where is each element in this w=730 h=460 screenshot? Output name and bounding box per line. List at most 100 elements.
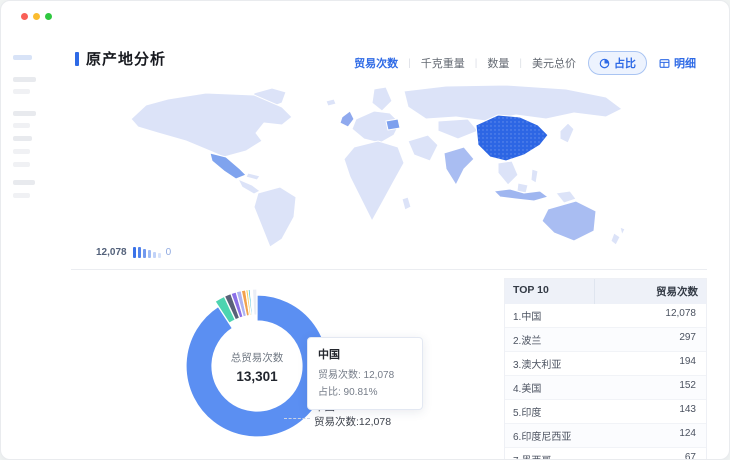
table-row[interactable]: 5.印度143 — [505, 400, 706, 424]
map-region-africa[interactable] — [344, 141, 404, 221]
legend-max-value: 12,078 — [96, 247, 127, 258]
table-row[interactable]: 6.印度尼西亚124 — [505, 424, 706, 448]
world-choropleth-map[interactable] — [86, 81, 664, 253]
table-row[interactable]: 3.澳大利亚194 — [505, 352, 706, 376]
page-header: 原产地分析 — [75, 48, 166, 69]
map-region-poland[interactable] — [386, 119, 400, 130]
row-value: 12,078 — [595, 304, 706, 327]
legend-bar — [153, 252, 156, 258]
tooltip-trade-count: 贸易次数: 12,078 — [318, 367, 412, 384]
sidebar-item[interactable] — [13, 193, 30, 198]
sidebar-item[interactable] — [13, 180, 35, 185]
row-label: 1.中国 — [505, 304, 595, 327]
map-region-uk[interactable] — [340, 111, 354, 127]
ratio-toggle-button[interactable]: 占比 — [588, 51, 647, 75]
map-region-philippines[interactable] — [531, 169, 538, 183]
legend-bars — [133, 247, 161, 258]
map-region-iceland[interactable] — [326, 99, 336, 106]
table-row[interactable]: 4.美国152 — [505, 376, 706, 400]
title-accent-bar — [75, 52, 79, 66]
legend-bar — [143, 249, 146, 258]
map-region-new-zealand[interactable] — [611, 227, 625, 245]
metric-tabs: 贸易次数 | 千克重量 | 数量 | 美元总价 占比 明细 — [352, 51, 696, 75]
map-region-middle-east[interactable] — [408, 135, 438, 161]
legend-bar — [158, 253, 161, 258]
callout-value: 贸易次数:12,078 — [314, 415, 391, 430]
sidebar-item[interactable] — [13, 123, 30, 128]
close-window-icon[interactable] — [21, 13, 28, 20]
sidebar-item[interactable] — [13, 89, 30, 94]
map-region-scandinavia[interactable] — [372, 87, 392, 111]
map-region-central-america[interactable] — [238, 179, 260, 194]
donut-total-label: 总贸易次数 — [212, 350, 302, 365]
detail-table-icon — [659, 58, 670, 69]
sidebar-item[interactable] — [13, 111, 36, 116]
row-value: 194 — [595, 352, 706, 375]
table-header-top10: TOP 10 — [505, 279, 595, 304]
callout-leader-line — [284, 418, 310, 419]
map-region-japan[interactable] — [560, 123, 574, 143]
sidebar-item[interactable] — [13, 149, 30, 154]
row-value: 297 — [595, 328, 706, 351]
table-header-row: TOP 10 贸易次数 — [505, 279, 706, 304]
maximize-window-icon[interactable] — [45, 13, 52, 20]
row-value: 152 — [595, 376, 706, 399]
sidebar-skeleton — [1, 41, 61, 441]
tab-separator: | — [408, 58, 411, 69]
table-row[interactable]: 7.墨西哥67 — [505, 448, 706, 460]
tooltip-title: 中国 — [318, 346, 412, 362]
legend-bar — [133, 247, 136, 258]
detail-button[interactable]: 明细 — [659, 55, 696, 71]
map-region-south-america[interactable] — [254, 187, 296, 247]
map-region-new-guinea[interactable] — [556, 191, 576, 203]
map-legend: 12,078 0 — [96, 244, 171, 258]
sidebar-item[interactable] — [13, 77, 36, 82]
legend-bar — [138, 247, 141, 258]
sidebar-item[interactable] — [13, 136, 32, 141]
row-label: 5.印度 — [505, 400, 595, 423]
table-row[interactable]: 2.波兰297 — [505, 328, 706, 352]
map-region-central-asia[interactable] — [438, 119, 478, 139]
sidebar-item-active[interactable] — [13, 55, 32, 60]
map-region-cuba[interactable] — [246, 173, 260, 180]
tab-usd-total[interactable]: 美元总价 — [530, 55, 578, 71]
table-header-trade-count: 贸易次数 — [595, 279, 706, 304]
ratio-toggle-label: 占比 — [614, 55, 636, 71]
legend-min-value: 0 — [166, 247, 172, 258]
chart-tooltip: 中国 贸易次数: 12,078 占比: 90.81% — [307, 337, 423, 410]
map-region-russia[interactable] — [404, 85, 622, 121]
app-window: 原产地分析 贸易次数 | 千克重量 | 数量 | 美元总价 占比 明细 — [0, 0, 730, 460]
sidebar-item[interactable] — [13, 162, 30, 167]
row-label: 7.墨西哥 — [505, 448, 595, 460]
detail-button-label: 明细 — [674, 55, 696, 71]
map-region-se-asia[interactable] — [498, 161, 518, 185]
row-value: 143 — [595, 400, 706, 423]
map-region-india[interactable] — [444, 147, 474, 185]
minimize-window-icon[interactable] — [33, 13, 40, 20]
page-title: 原产地分析 — [86, 48, 166, 69]
row-value: 67 — [595, 448, 706, 460]
map-region-mexico[interactable] — [210, 153, 246, 179]
row-label: 4.美国 — [505, 376, 595, 399]
table-row[interactable]: 1.中国12,078 — [505, 304, 706, 328]
row-label: 3.澳大利亚 — [505, 352, 595, 375]
tab-kg-weight[interactable]: 千克重量 — [419, 55, 467, 71]
tab-separator: | — [519, 58, 522, 69]
row-label: 6.印度尼西亚 — [505, 424, 595, 447]
donut-total-value: 13,301 — [212, 369, 302, 384]
map-region-north-america[interactable] — [131, 93, 292, 157]
section-divider — [71, 269, 707, 270]
map-region-australia[interactable] — [542, 201, 596, 241]
tab-trade-count[interactable]: 贸易次数 — [352, 55, 400, 71]
donut-center-label: 总贸易次数 13,301 — [212, 350, 302, 384]
tooltip-ratio: 占比: 90.81% — [318, 384, 412, 401]
pie-chart-icon — [599, 58, 610, 69]
row-value: 124 — [595, 424, 706, 447]
tab-separator: | — [475, 58, 478, 69]
map-region-madagascar[interactable] — [402, 197, 411, 210]
row-label: 2.波兰 — [505, 328, 595, 351]
legend-bar — [148, 250, 151, 258]
tab-quantity[interactable]: 数量 — [485, 55, 511, 71]
top10-table: TOP 10 贸易次数 1.中国12,078 2.波兰297 3.澳大利亚194… — [504, 278, 707, 460]
window-controls — [21, 13, 52, 20]
